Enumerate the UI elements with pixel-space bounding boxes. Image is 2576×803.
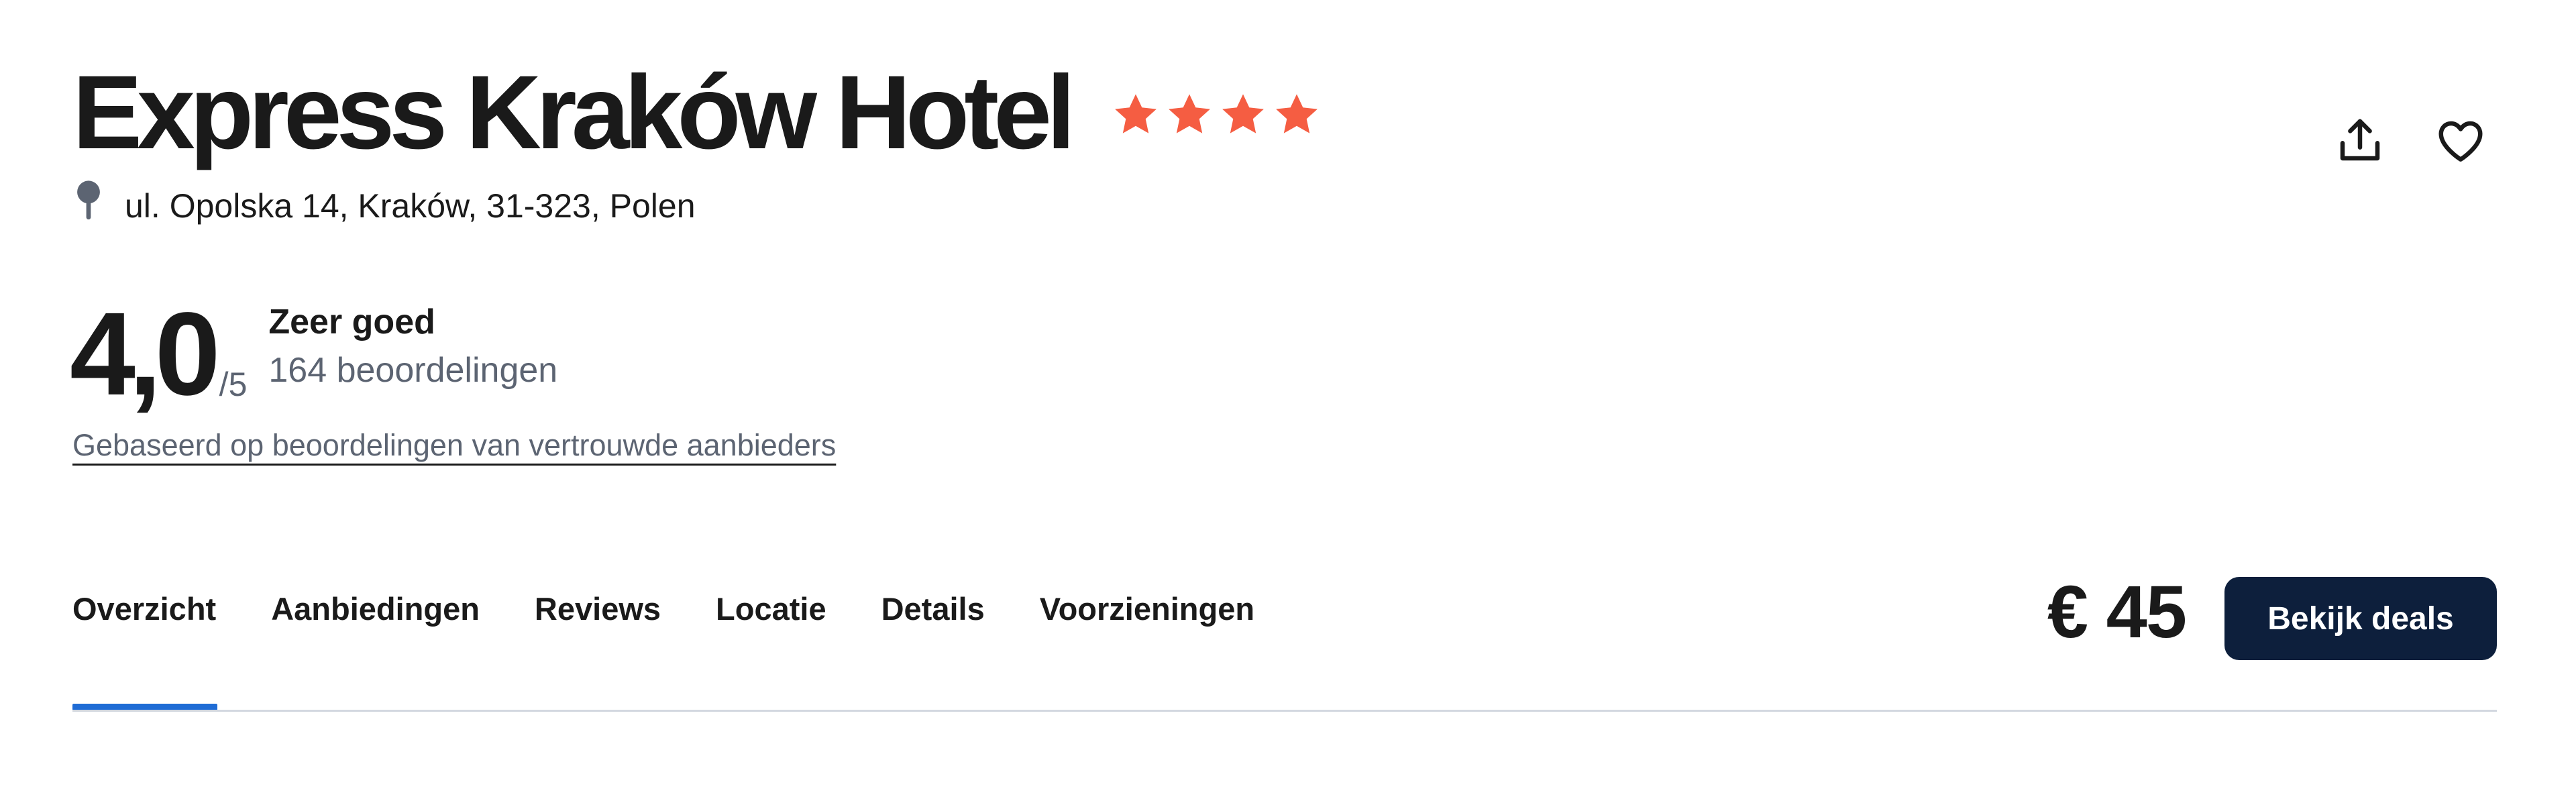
rating-summary: Zeer goed 164 beoordelingen (268, 299, 557, 396)
address-row: ul. Opolska 14, Kraków, 31-323, Polen (72, 180, 696, 229)
hotel-title: Express Kraków Hotel (72, 54, 1075, 171)
rating-block: 4,0 /5 Zeer goed 164 beoordelingen (70, 295, 557, 413)
star-icon (1222, 94, 1265, 133)
tab-overzicht[interactable]: Overzicht (72, 590, 216, 627)
tab-locatie[interactable]: Locatie (716, 590, 826, 627)
tab-aanbiedingen[interactable]: Aanbiedingen (271, 590, 480, 627)
review-count: 164 beoordelingen (268, 351, 558, 390)
hotel-address: ul. Opolska 14, Kraków, 31-323, Polen (125, 187, 696, 225)
rating-score: 4,0 (70, 288, 221, 420)
section-tabs: Overzicht Aanbiedingen Reviews Locatie D… (72, 590, 1254, 627)
tab-details[interactable]: Details (881, 590, 985, 627)
rating-label: Zeer goed (268, 303, 435, 341)
star-icon (1276, 94, 1318, 133)
heart-icon (2438, 121, 2483, 162)
hotel-header: Express Kraków Hotel (72, 52, 1321, 173)
location-pin-icon (77, 180, 100, 220)
price: € 45 (2047, 571, 2187, 653)
header-actions (2332, 113, 2489, 169)
view-deals-button[interactable]: Bekijk deals (2224, 577, 2497, 660)
favorite-button[interactable] (2432, 113, 2489, 169)
share-button[interactable] (2332, 113, 2388, 169)
star-icon (1169, 94, 1211, 133)
star-rating (1112, 91, 1321, 139)
rating-max: /5 (219, 366, 248, 403)
star-icon (1115, 94, 1157, 133)
tab-reviews[interactable]: Reviews (535, 590, 661, 627)
share-icon (2340, 119, 2380, 161)
tab-voorzieningen[interactable]: Voorzieningen (1040, 590, 1254, 627)
tabs-divider (72, 710, 2497, 712)
rating-source-link[interactable]: Gebaseerd op beoordelingen van vertrouwd… (72, 428, 836, 463)
